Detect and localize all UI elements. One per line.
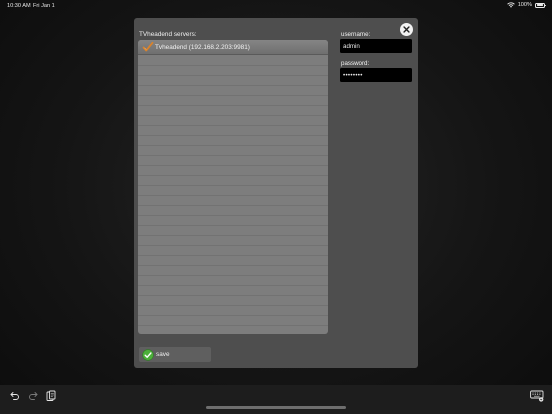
save-label: save — [156, 351, 170, 358]
status-bar: 10:30 AM Fri Jan 1 100% — [0, 0, 552, 12]
password-label: password: — [341, 60, 370, 67]
battery-icon — [535, 2, 546, 8]
server-list[interactable]: Tvheadend (192.168.2.203:9981) — [138, 40, 328, 334]
server-item-label: Tvheadend (192.168.2.203:9981) — [155, 43, 250, 51]
undo-icon[interactable] — [10, 391, 20, 401]
status-right: 100% — [506, 2, 546, 8]
check-circle-icon — [142, 348, 154, 361]
home-indicator[interactable] — [206, 406, 346, 409]
bottom-toolbar — [0, 385, 552, 414]
check-icon — [142, 41, 154, 52]
username-label: username: — [341, 31, 371, 38]
save-button[interactable]: save — [139, 347, 211, 362]
paste-icon[interactable] — [46, 390, 56, 402]
servers-label: TVheadend servers: — [139, 31, 197, 38]
password-input[interactable] — [340, 68, 412, 82]
wifi-icon — [506, 2, 515, 8]
server-item[interactable]: Tvheadend (192.168.2.203:9981) — [138, 40, 328, 55]
close-icon — [403, 26, 410, 33]
server-settings-dialog: TVheadend servers: Tvheadend (192.168.2.… — [134, 18, 418, 368]
status-time: 10:30 AM — [7, 2, 31, 9]
close-button[interactable] — [400, 23, 413, 36]
battery-percentage: 100% — [517, 2, 532, 8]
status-date: Fri Jan 1 — [33, 2, 55, 9]
redo-icon[interactable] — [28, 391, 38, 401]
screen: 10:30 AM Fri Jan 1 100% TVheadend server… — [0, 0, 552, 414]
keyboard-icon[interactable] — [530, 390, 544, 402]
username-input[interactable] — [340, 39, 412, 53]
